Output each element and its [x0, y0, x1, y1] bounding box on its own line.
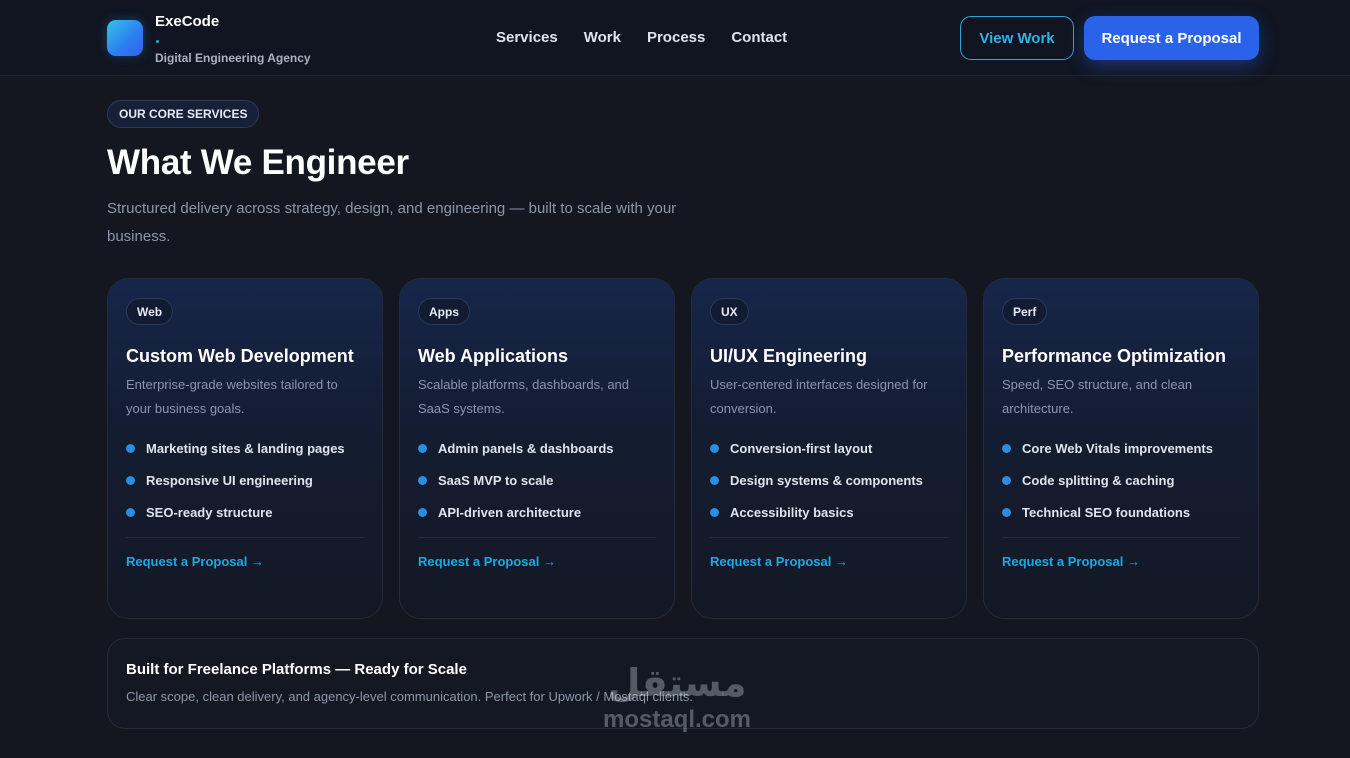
feature-label: SEO-ready structure	[146, 504, 273, 520]
section-lead: Structured delivery across strategy, des…	[107, 200, 677, 245]
list-item: Core Web Vitals improvements	[1002, 432, 1240, 464]
card-tag: Web	[126, 298, 174, 325]
card-request-proposal-link[interactable]: Request a Proposal →	[126, 554, 364, 569]
feature-label: SaaS MVP to scale	[438, 472, 554, 488]
feature-label: Code splitting & caching	[1022, 472, 1175, 488]
bullet-dot-icon	[710, 443, 719, 453]
feature-label: Responsive UI engineering	[146, 472, 313, 488]
nav-contact[interactable]: Contact	[731, 29, 787, 46]
watermark-arabic: مستقل	[607, 663, 747, 705]
site-header: ExeCode Digital Engineering Agency Servi…	[0, 0, 1350, 76]
view-work-button[interactable]: View Work	[960, 16, 1074, 60]
watermark-latin: mostaql.com	[602, 706, 752, 733]
service-card-ux: UX UI/UX Engineering User-centered inter…	[691, 278, 967, 619]
request-proposal-button[interactable]: Request a Proposal	[1084, 16, 1259, 60]
card-tag: UX	[710, 298, 749, 325]
brand-name[interactable]: ExeCode	[155, 13, 219, 30]
bullet-dot-icon	[418, 475, 427, 485]
card-description: Enterprise-grade websites tailored to yo…	[126, 377, 338, 416]
feature-label: Marketing sites & landing pages	[146, 440, 345, 456]
service-card-perf: Perf Performance Optimization Speed, SEO…	[983, 278, 1259, 619]
card-request-proposal-link[interactable]: Request a Proposal →	[418, 554, 656, 569]
mostaql-watermark: مستقل mostaql.com	[592, 660, 762, 750]
list-item: Conversion-first layout	[710, 432, 948, 464]
card-description: User-centered interfaces designed for co…	[710, 377, 928, 416]
bullet-dot-icon	[126, 475, 135, 485]
card-description: Scalable platforms, dashboards, and SaaS…	[418, 377, 630, 416]
bullet-dot-icon	[418, 443, 427, 453]
nav-work[interactable]: Work	[584, 29, 621, 46]
card-feature-list: Conversion-first layout Design systems &…	[710, 432, 948, 528]
list-item: SaaS MVP to scale	[418, 464, 656, 496]
card-tag: Perf	[1002, 298, 1048, 325]
list-item: Code splitting & caching	[1002, 464, 1240, 496]
feature-label: Admin panels & dashboards	[438, 440, 614, 456]
feature-label: Conversion-first layout	[730, 440, 873, 456]
nav-services[interactable]: Services	[496, 29, 558, 46]
card-title: Web Applications	[418, 346, 569, 366]
card-divider	[418, 537, 656, 538]
list-item: Admin panels & dashboards	[418, 432, 656, 464]
card-title: Custom Web Development	[126, 346, 354, 366]
card-description: Speed, SEO structure, and clean architec…	[1002, 377, 1193, 416]
list-item: Technical SEO foundations	[1002, 496, 1240, 528]
section-title: What We Engineer	[107, 143, 409, 182]
bullet-dot-icon	[1002, 475, 1011, 485]
main-nav: Services Work Process Contact	[496, 29, 787, 46]
card-feature-list: Admin panels & dashboards SaaS MVP to sc…	[418, 432, 656, 528]
card-request-proposal-link[interactable]: Request a Proposal →	[1002, 554, 1240, 569]
card-feature-list: Marketing sites & landing pages Responsi…	[126, 432, 364, 528]
card-divider	[126, 537, 364, 538]
feature-label: Core Web Vitals improvements	[1022, 440, 1213, 456]
bullet-dot-icon	[126, 507, 135, 517]
service-card-apps: Apps Web Applications Scalable platforms…	[399, 278, 675, 619]
brand-logo-icon[interactable]	[107, 20, 143, 56]
list-item: Design systems & components	[710, 464, 948, 496]
list-item: Responsive UI engineering	[126, 464, 364, 496]
feature-label: API-driven architecture	[438, 504, 582, 520]
card-title: Performance Optimization	[1002, 346, 1227, 366]
card-tag: Apps	[418, 298, 470, 325]
bullet-dot-icon	[418, 507, 427, 517]
brand-dot	[156, 40, 159, 43]
service-card-web: Web Custom Web Development Enterprise-gr…	[107, 278, 383, 619]
nav-process[interactable]: Process	[647, 29, 705, 46]
list-item: Marketing sites & landing pages	[126, 432, 364, 464]
card-divider	[710, 537, 948, 538]
bullet-dot-icon	[710, 507, 719, 517]
section-eyebrow-badge: OUR CORE SERVICES	[107, 100, 260, 128]
feature-label: Design systems & components	[730, 472, 923, 488]
list-item: SEO-ready structure	[126, 496, 364, 528]
card-request-proposal-link[interactable]: Request a Proposal →	[710, 554, 948, 569]
feature-label: Accessibility basics	[730, 504, 854, 520]
list-item: Accessibility basics	[710, 496, 948, 528]
bullet-dot-icon	[126, 443, 135, 453]
card-title: UI/UX Engineering	[710, 346, 868, 366]
card-feature-list: Core Web Vitals improvements Code splitt…	[1002, 432, 1240, 528]
feature-label: Technical SEO foundations	[1022, 504, 1191, 520]
list-item: API-driven architecture	[418, 496, 656, 528]
bullet-dot-icon	[1002, 443, 1011, 453]
bullet-dot-icon	[710, 475, 719, 485]
bullet-dot-icon	[1002, 507, 1011, 517]
card-divider	[1002, 537, 1240, 538]
brand-tagline: Digital Engineering Agency	[155, 51, 311, 65]
